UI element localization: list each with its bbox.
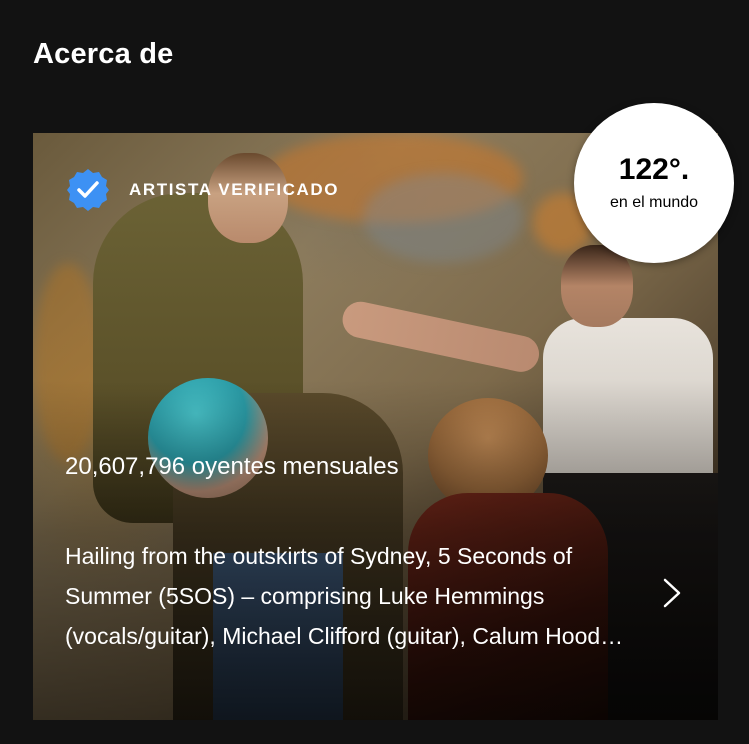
monthly-listeners: 20,607,796 oyentes mensuales — [65, 453, 399, 480]
verified-badge-icon — [65, 167, 111, 213]
section-title: Acerca de — [33, 38, 174, 70]
verified-artist-label: ARTISTA VERIFICADO — [129, 180, 340, 199]
world-rank-badge: 122°. en el mundo — [574, 103, 734, 263]
about-page: Acerca de ARTISTA VERIFICADO 20,607,796 … — [0, 0, 749, 744]
world-rank-label: en el mundo — [609, 194, 699, 211]
world-rank-value: 122°. — [618, 153, 690, 186]
verified-artist-row: ARTISTA VERIFICADO — [65, 167, 339, 213]
artist-bio[interactable]: Hailing from the outskirts of Sydney, 5 … — [65, 536, 625, 656]
chevron-right-icon[interactable] — [659, 577, 685, 614]
